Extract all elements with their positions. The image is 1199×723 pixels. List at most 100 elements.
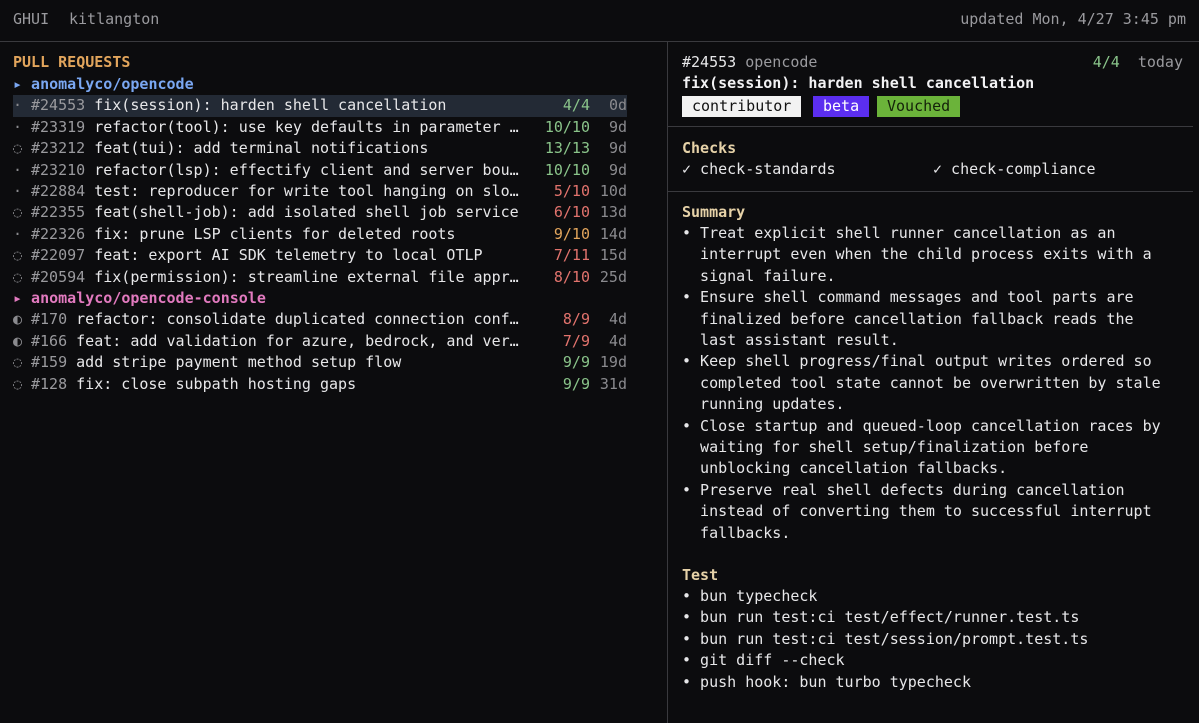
checks-title: Checks (682, 139, 737, 157)
pr-checks-count: 10/10 (544, 160, 590, 179)
pr-checks-count: 7/9 (562, 331, 590, 350)
pr-label: #22326 fix: prune LSP clients for delete… (31, 224, 455, 245)
pr-checks-count: 8/10 (553, 267, 590, 286)
summary-line: finalized before cancellation fallback r… (682, 309, 1134, 328)
summary-line: • Treat explicit shell runner cancellati… (682, 224, 1116, 242)
check-item: ✓ check-compliance (933, 160, 1096, 178)
user-name: kitlangton (69, 10, 160, 28)
summary-line: • Ensure shell command messages and tool… (682, 288, 1134, 307)
pr-row[interactable]: ◌ #159 add stripe payment method setup fl… (13, 352, 627, 373)
pr-row[interactable]: · #23319 refactor(tool): use key defaults… (13, 117, 627, 138)
pr-checks-count: 7/11 (553, 246, 590, 265)
pr-checks-count: 4/4 (562, 96, 590, 115)
pr-status-marker: ◌ (13, 139, 23, 158)
test-title: Test (682, 566, 719, 584)
check-item: ✓ check-standards (682, 160, 836, 178)
pr-row[interactable]: ◌ #128 fix: close subpath hosting gaps 9/9… (13, 374, 627, 395)
pr-checks-count: 6/10 (553, 203, 590, 222)
pr-row[interactable]: ◐ #166 feat: add validation for azure, be… (13, 331, 627, 352)
pr-title: refactor(tool): use key defaults in para… (94, 117, 519, 136)
pr-row[interactable]: · #22326 fix: prune LSP clients for delet… (13, 224, 627, 245)
pr-status-marker: · (13, 182, 23, 200)
pr-row[interactable]: ◌ #22097 feat: export AI SDK telemetry to… (13, 245, 627, 266)
summary-line: fallbacks. (682, 523, 791, 542)
pr-number: #159 (31, 353, 68, 372)
pr-number: #170 (31, 310, 68, 329)
pr-title: refactor: consolidate duplicated connect… (76, 310, 519, 329)
pr-number: #20594 (31, 267, 86, 286)
pr-label: #22355 feat(shell-job): add isolated she… (31, 202, 519, 223)
pr-age: 10d (599, 182, 627, 200)
pr-age: 9d (608, 117, 627, 136)
pr-status-marker: ◌ (13, 246, 23, 265)
pr-row[interactable]: ◌ #20594 fix(permission): streamline exte… (13, 267, 627, 288)
pr-age: 13d (599, 203, 627, 222)
repo-group-header[interactable]: ▸ anomalyco/opencode (13, 74, 194, 95)
pr-checks-count: 10/10 (544, 117, 590, 136)
pr-label: #23210 refactor(lsp): effectify client a… (31, 160, 519, 181)
pr-label: #22884 test: reproducer for write tool h… (31, 181, 519, 202)
pr-checks-count: 9/9 (562, 353, 590, 372)
summary-line: • Close startup and queued-loop cancella… (682, 416, 1161, 435)
test-line: • push hook: bun turbo typecheck (682, 672, 971, 691)
pr-row[interactable]: ◌ #22355 feat(shell-job): add isolated sh… (13, 202, 627, 223)
pr-number: #166 (31, 331, 68, 350)
pr-age: 15d (599, 246, 627, 265)
pr-age: 14d (599, 224, 627, 243)
summary-line: • Preserve real shell defects during can… (682, 480, 1125, 499)
pr-label: #128 fix: close subpath hosting gaps (31, 374, 356, 395)
pr-status-marker: · (13, 160, 23, 179)
section-divider (668, 191, 1193, 192)
pr-row[interactable]: · #23210 refactor(lsp): effectify client … (13, 160, 627, 181)
pr-checks-count: 13/13 (544, 139, 590, 158)
pr-row[interactable]: · #22884 test: reproducer for write tool … (13, 181, 627, 202)
pr-age: 19d (599, 353, 627, 372)
detail-header: #24553 opencode (682, 53, 817, 71)
pr-status-marker: ◐ (13, 331, 23, 350)
detail-meta: 4/4 today (1093, 53, 1183, 71)
pr-status-marker: ◌ (13, 353, 23, 372)
test-line: • bun run test:ci test/effect/runner.tes… (682, 608, 1080, 627)
pr-title: add stripe payment method setup flow (76, 353, 402, 372)
pr-age: 31d (599, 374, 627, 393)
pr-title: refactor(lsp): effectify client and serv… (94, 160, 519, 179)
pr-status-marker: ◌ (13, 374, 23, 393)
pr-title: fix: close subpath hosting gaps (76, 374, 357, 393)
pr-status-marker: ◌ (13, 267, 23, 286)
detail-checks-count: 4/4 (1092, 53, 1120, 71)
pr-status-marker: ◐ (13, 310, 23, 329)
pr-label: #22097 feat: export AI SDK telemetry to … (31, 245, 483, 266)
pr-title: feat(shell-job): add isolated shell job … (94, 203, 519, 222)
pr-row[interactable]: ◌ #23212 feat(tui): add terminal notifica… (13, 138, 627, 159)
pr-number: #22326 (31, 224, 86, 243)
pr-title: fix(session): harden shell cancellation (94, 96, 447, 115)
app-name: GHUI (13, 10, 50, 28)
pr-status-marker: · (13, 224, 23, 243)
pr-age: 4d (608, 331, 627, 350)
pr-title: test: reproducer for write tool hanging … (94, 182, 519, 200)
pr-label: #170 refactor: consolidate duplicated co… (31, 309, 519, 330)
summary-title: Summary (682, 203, 746, 221)
test-line: • bun typecheck (682, 587, 818, 605)
pr-row[interactable]: · #24553 fix(session): harden shell cance… (13, 95, 627, 117)
repo-group-header[interactable]: ▸ anomalyco/opencode-console (13, 288, 266, 309)
pr-checks-count: 9/10 (553, 224, 590, 243)
pr-title: feat: export AI SDK telemetry to local O… (94, 246, 483, 265)
pr-age: 9d (608, 160, 627, 179)
pr-title: fix: prune LSP clients for deleted roots (94, 224, 456, 243)
pr-label: #20594 fix(permission): streamline exter… (31, 267, 519, 288)
pr-age: 4d (608, 310, 627, 329)
summary-line: instead of converting them to successful… (682, 502, 1152, 521)
pr-status-marker: · (13, 117, 23, 136)
contributor-badge: contributor (682, 96, 802, 117)
pr-number: #128 (31, 374, 68, 393)
detail-title: fix(session): harden shell cancellation (682, 74, 1035, 92)
pr-label: #166 feat: add validation for azure, bed… (31, 331, 519, 352)
detail-pr-number: #24553 (682, 53, 737, 71)
test-line: • git diff --check (682, 651, 845, 670)
pr-row[interactable]: ◐ #170 refactor: consolidate duplicated c… (13, 309, 627, 330)
pr-label: #23319 refactor(tool): use key defaults … (31, 117, 519, 138)
pr-number: #23210 (31, 160, 86, 179)
summary-line: unblocking cancellation fallbacks. (682, 459, 1008, 478)
pull-request-list-panel: PULL REQUESTS ▸ anomalyco/opencode · #2455… (0, 42, 667, 723)
